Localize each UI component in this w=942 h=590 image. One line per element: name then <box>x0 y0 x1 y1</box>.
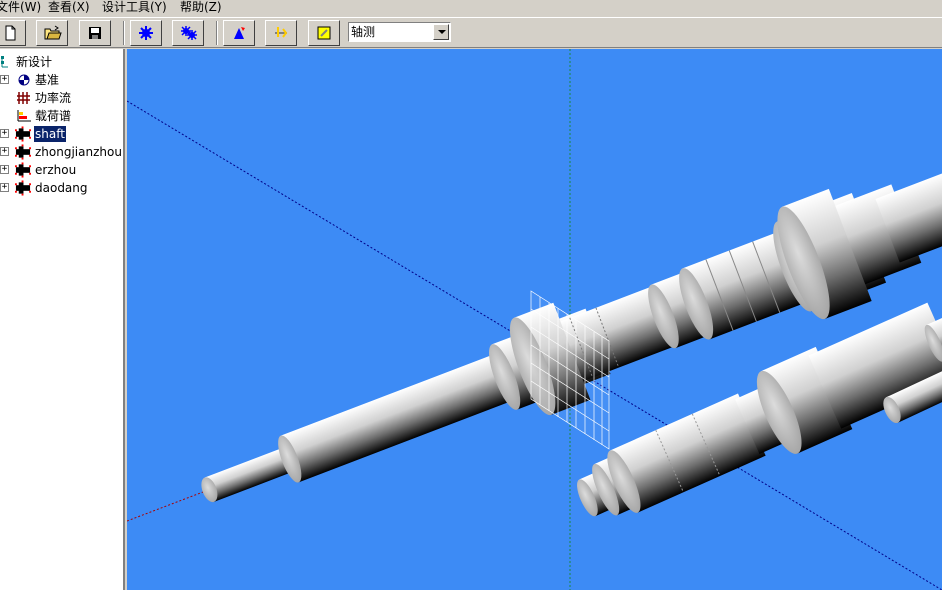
cone-button[interactable] <box>223 20 255 46</box>
tree-item-label: shaft <box>33 125 67 143</box>
expand-icon[interactable]: + <box>0 147 9 156</box>
3d-scene <box>127 49 942 590</box>
expand-icon[interactable]: + <box>0 165 9 174</box>
menu-file[interactable]: 文件(W) <box>0 0 41 17</box>
gear-set-button[interactable] <box>172 20 204 46</box>
power-flow-icon <box>17 92 30 104</box>
toolbar: 轴测 <box>0 17 942 48</box>
menu-design-tools[interactable]: 设计工具(Y) <box>102 0 167 17</box>
datum-icon <box>18 74 30 86</box>
tree-item-label: 功率流 <box>35 91 72 105</box>
tree-item-shaft[interactable]: + shaft <box>0 125 123 143</box>
note-icon <box>317 26 331 40</box>
tree-item-label: zhongjianzhou <box>35 145 122 159</box>
note-button[interactable] <box>308 20 340 46</box>
tree-item-label: erzhou <box>35 163 77 177</box>
open-folder-icon <box>44 25 62 40</box>
tree-item-daodang[interactable]: + daodang <box>0 179 123 197</box>
view-mode-select[interactable]: 轴测 <box>348 22 451 42</box>
chevron-down-icon[interactable] <box>433 24 449 40</box>
shaft-icon <box>15 162 31 178</box>
menu-view[interactable]: 查看(X) <box>48 0 90 17</box>
shaft-icon <box>15 126 31 142</box>
shaft-icon <box>15 144 31 160</box>
load-icon <box>275 27 288 38</box>
tree-item-load-spectrum[interactable]: 载荷谱 <box>0 107 123 125</box>
load-spectrum-icon <box>17 110 31 122</box>
tree-item-label: 基准 <box>35 73 60 87</box>
design-tree[interactable]: 新设计 + 基准 功率流 载荷谱 + shaft + zhongjianzhou… <box>0 49 125 590</box>
new-file-icon <box>5 25 16 41</box>
expand-icon[interactable]: + <box>0 183 9 192</box>
shaft-icon <box>15 180 31 196</box>
tree-root[interactable]: 新设计 <box>0 53 123 71</box>
tree-item-power-flow[interactable]: 功率流 <box>0 89 123 107</box>
tree-root-icon <box>1 56 8 68</box>
tree-item-erzhou[interactable]: + erzhou <box>0 161 123 179</box>
load-button[interactable] <box>265 20 297 46</box>
menu-bar: 文件(W) 查看(X) 设计工具(Y) 帮助(Z) <box>0 0 942 17</box>
new-file-button[interactable] <box>0 20 26 46</box>
3d-viewport[interactable] <box>127 49 942 590</box>
save-icon <box>89 27 101 39</box>
tree-root-label: 新设计 <box>16 55 53 69</box>
expand-icon[interactable]: + <box>0 75 9 84</box>
open-button[interactable] <box>36 20 68 46</box>
expand-icon[interactable]: + <box>0 129 9 138</box>
tree-item-label: daodang <box>35 181 88 195</box>
tree-item-label: 载荷谱 <box>35 109 72 123</box>
view-mode-value: 轴测 <box>351 25 376 39</box>
tree-item-datum[interactable]: + 基准 <box>0 71 123 89</box>
save-button[interactable] <box>79 20 111 46</box>
tree-item-zhongjianzhou[interactable]: + zhongjianzhou <box>0 143 123 161</box>
gear-icon <box>139 26 153 40</box>
menu-help[interactable]: 帮助(Z) <box>180 0 222 17</box>
gear-alt-icon <box>181 26 197 40</box>
cone-icon <box>234 27 245 39</box>
gear-button[interactable] <box>130 20 162 46</box>
